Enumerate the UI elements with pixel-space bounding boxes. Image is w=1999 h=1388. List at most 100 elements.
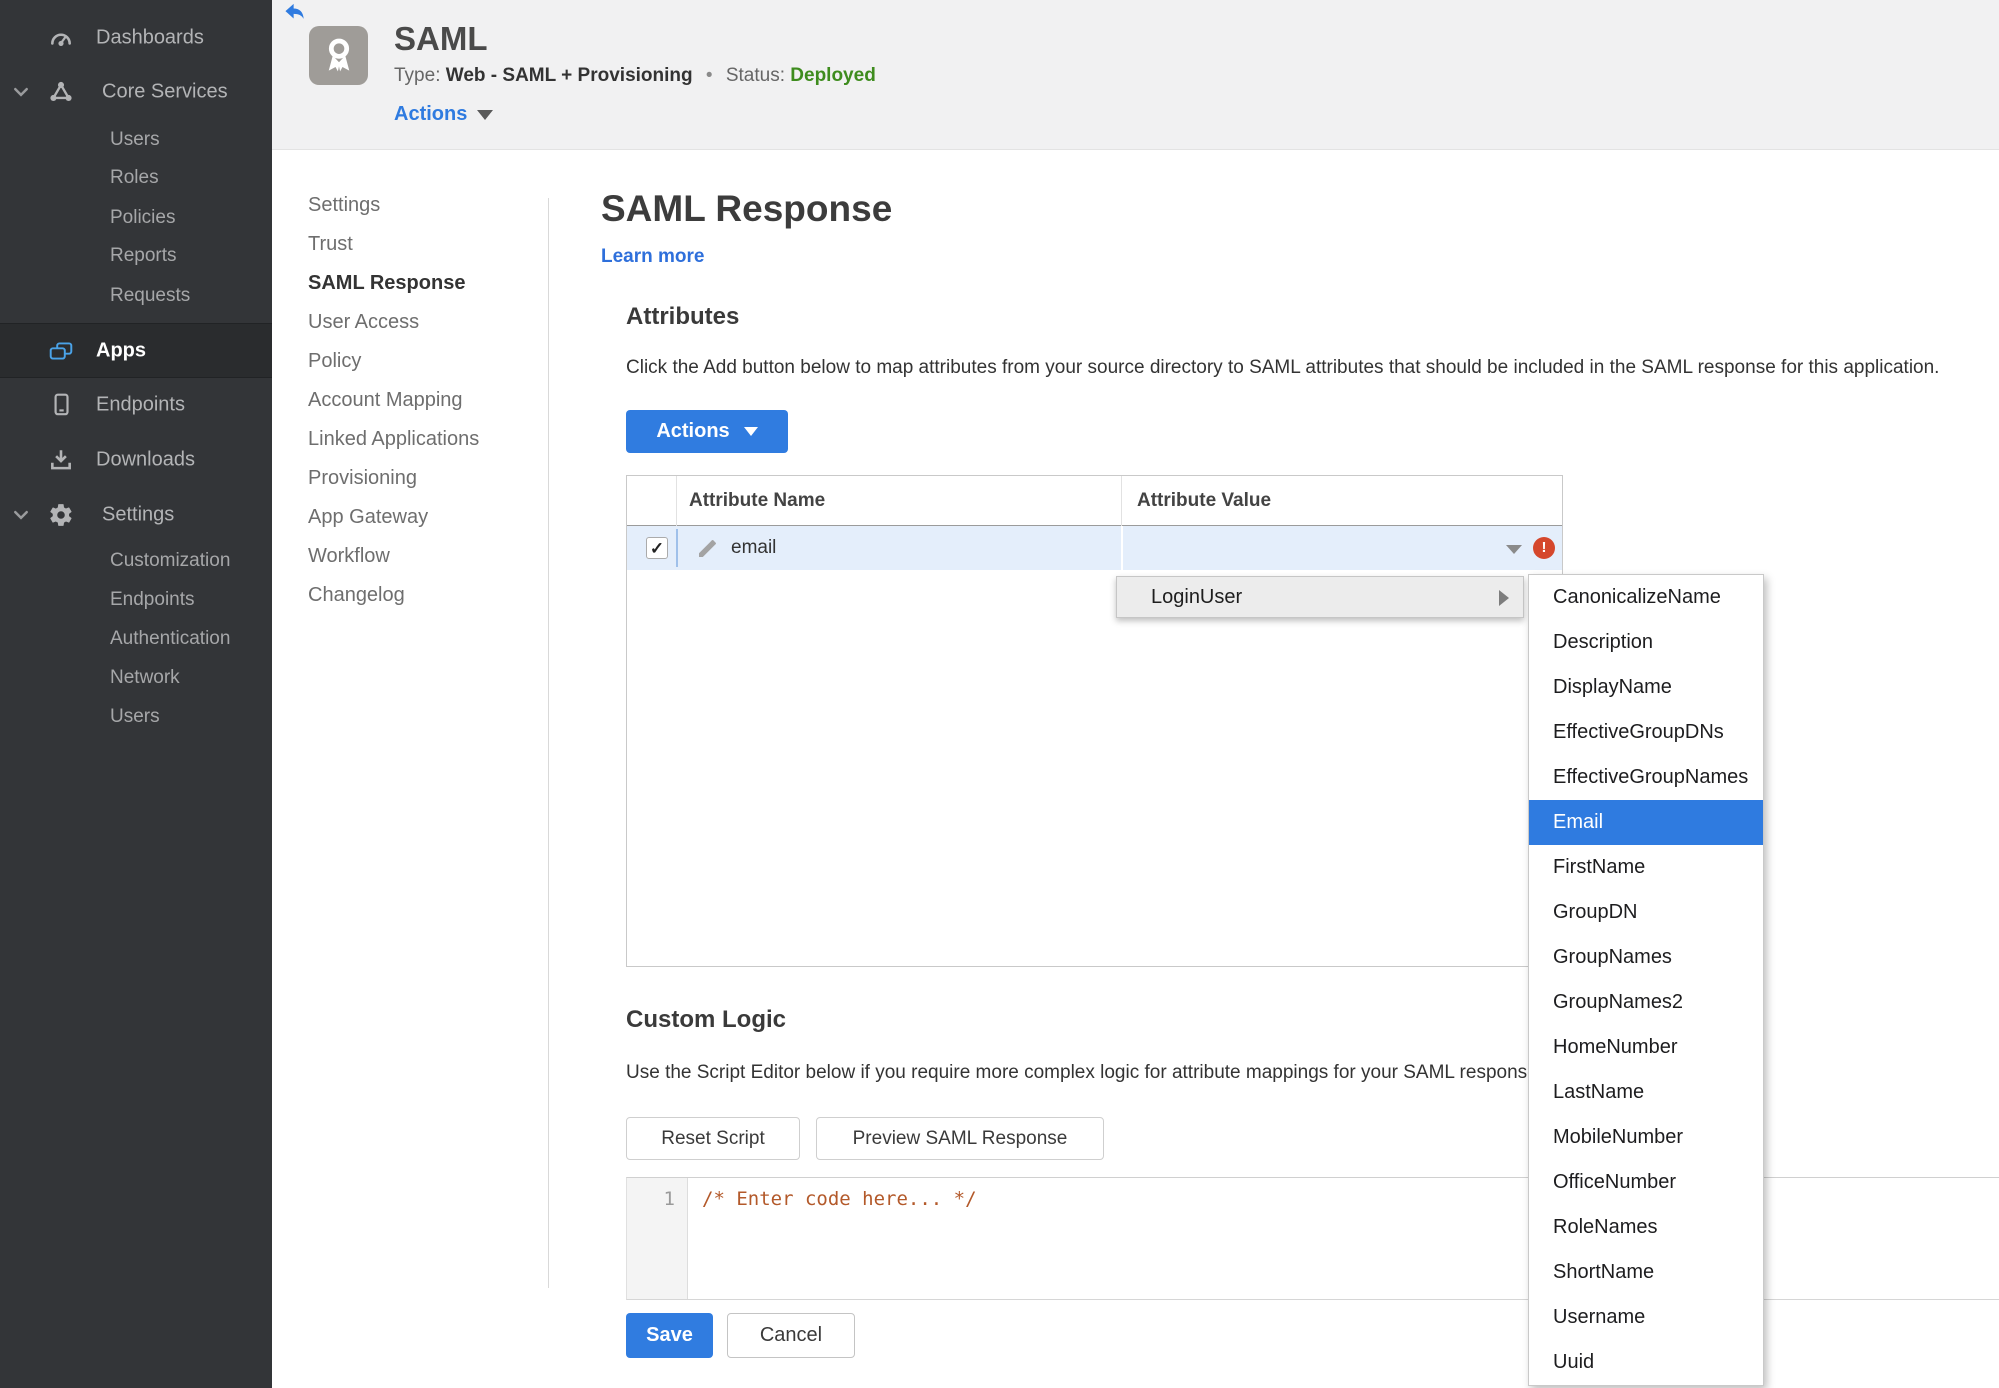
submenu-item-effectivegroupnames[interactable]: EffectiveGroupNames [1529,755,1763,800]
dropdown-item-loginuser[interactable]: LoginUser [1151,577,1242,617]
error-icon: ! [1533,537,1555,559]
sidebar-item-authentication[interactable]: Authentication [0,619,272,659]
sidebar-item-users[interactable]: Users [0,120,272,160]
cancel-button[interactable]: Cancel [727,1313,855,1358]
subnav-divider [548,198,549,1288]
submenu-item-shortname[interactable]: ShortName [1529,1250,1763,1295]
attributes-heading: Attributes [626,303,740,330]
submenu-item-uuid[interactable]: Uuid [1529,1340,1763,1385]
sidebar-item-customization[interactable]: Customization [0,541,272,581]
tab-provisioning[interactable]: Provisioning [308,459,538,498]
sidebar-item-reports[interactable]: Reports [0,236,272,276]
editor-gutter: 1 [627,1178,688,1299]
submenu-item-description[interactable]: Description [1529,620,1763,665]
status-badge: Deployed [790,65,876,86]
script-editor[interactable]: 1 /* Enter code here... */ [626,1177,1999,1300]
sidebar-item-label: Authentication [110,628,231,649]
apps-icon [48,338,74,364]
page-title: SAML Response [601,188,893,229]
submenu-item-firstname[interactable]: FirstName [1529,845,1763,890]
submenu-item-displayname[interactable]: DisplayName [1529,665,1763,710]
column-header-attribute-name: Attribute Name [689,490,826,511]
sidebar-item-core-services[interactable]: Core Services [0,72,272,112]
submenu-item-lastname[interactable]: LastName [1529,1070,1763,1115]
loginuser-submenu: CanonicalizeName Description DisplayName… [1528,574,1764,1386]
sidebar-item-label: Policies [110,207,176,228]
sidebar-item-label: Settings [102,503,175,526]
sidebar-item-label: Downloads [96,448,195,471]
meta-separator: • [705,65,713,86]
sidebar-item-downloads[interactable]: Downloads [0,440,272,480]
sidebar-item-apps[interactable]: Apps [0,323,272,378]
value-dropdown-caret-icon[interactable] [1506,545,1522,554]
preview-saml-response-button[interactable]: Preview SAML Response [816,1117,1104,1160]
sidebar-item-label: Reports [110,245,177,266]
tab-trust[interactable]: Trust [308,225,538,264]
app-root: Dashboards Core Services Users Roles Pol… [0,0,1999,1388]
submenu-item-username[interactable]: Username [1529,1295,1763,1340]
page-app-title: SAML [394,20,488,57]
column-header-attribute-value: Attribute Value [1137,490,1272,511]
submenu-item-email[interactable]: Email [1529,800,1763,845]
submenu-item-effectivegroupdns[interactable]: EffectiveGroupDNs [1529,710,1763,755]
app-config-subnav: Settings Trust SAML Response User Access… [308,186,538,615]
sidebar-item-endpoints-settings[interactable]: Endpoints [0,580,272,620]
type-label: Type: [394,65,441,86]
sidebar-item-endpoints[interactable]: Endpoints [0,385,272,425]
back-arrow-icon[interactable] [284,3,306,23]
tab-account-mapping[interactable]: Account Mapping [308,381,538,420]
tab-workflow[interactable]: Workflow [308,537,538,576]
sidebar-item-label: Dashboards [96,26,204,49]
custom-logic-description: Use the Script Editor below if you requi… [626,1062,1543,1083]
attribute-row-email[interactable]: ✓ email ! [627,526,1562,570]
sidebar-item-label: Apps [96,339,146,361]
sidebar-item-requests[interactable]: Requests [0,276,272,316]
sidebar-item-label: Endpoints [110,589,195,610]
submenu-item-officenumber[interactable]: OfficeNumber [1529,1160,1763,1205]
tab-saml-response[interactable]: SAML Response [308,264,538,303]
sidebar-item-roles[interactable]: Roles [0,158,272,198]
submenu-item-groupdn[interactable]: GroupDN [1529,890,1763,935]
sidebar-item-network[interactable]: Network [0,658,272,698]
tab-settings[interactable]: Settings [308,186,538,225]
cell-divider [1121,526,1123,570]
sidebar-item-label: Customization [110,550,231,571]
sidebar-item-label: Network [110,667,180,688]
chevron-down-icon[interactable] [13,84,29,100]
sidebar-item-users-settings[interactable]: Users [0,697,272,737]
sidebar-item-policies[interactable]: Policies [0,198,272,238]
chevron-down-icon [477,109,494,120]
submenu-item-groupnames[interactable]: GroupNames [1529,935,1763,980]
submenu-item-groupnames2[interactable]: GroupNames2 [1529,980,1763,1025]
attributes-table: Attribute Name Attribute Value ✓ email ! [626,475,1563,967]
save-button[interactable]: Save [626,1313,713,1358]
attributes-table-header: Attribute Name Attribute Value [627,476,1562,526]
submenu-item-mobilenumber[interactable]: MobileNumber [1529,1115,1763,1160]
edit-pencil-icon[interactable] [696,536,720,560]
sidebar-item-settings[interactable]: Settings [0,495,272,535]
submenu-arrow-icon [1499,590,1509,606]
sidebar-item-label: Core Services [102,80,228,103]
tab-changelog[interactable]: Changelog [308,576,538,615]
sidebar-item-dashboards[interactable]: Dashboards [0,18,272,58]
row-checkbox[interactable]: ✓ [646,537,668,559]
tab-user-access[interactable]: User Access [308,303,538,342]
sidebar-item-label: Requests [110,285,191,306]
submenu-item-rolenames[interactable]: RoleNames [1529,1205,1763,1250]
tab-linked-applications[interactable]: Linked Applications [308,420,538,459]
reset-script-button[interactable]: Reset Script [626,1117,800,1160]
attribute-value-dropdown[interactable]: LoginUser [1116,576,1524,618]
submenu-item-canonicalizename[interactable]: CanonicalizeName [1529,575,1763,620]
chevron-down-icon[interactable] [13,507,29,523]
sidebar: Dashboards Core Services Users Roles Pol… [0,0,272,1388]
tab-app-gateway[interactable]: App Gateway [308,498,538,537]
tab-policy[interactable]: Policy [308,342,538,381]
sidebar-item-label: Users [110,129,160,150]
header-actions-menu[interactable]: Actions [394,103,494,126]
submenu-item-homenumber[interactable]: HomeNumber [1529,1025,1763,1070]
learn-more-link[interactable]: Learn more [601,246,704,268]
editor-code-text[interactable]: /* Enter code here... */ [702,1188,977,1210]
type-value: Web - SAML + Provisioning [445,65,693,86]
header-actions-label: Actions [394,103,468,125]
attributes-actions-button[interactable]: Actions [626,410,788,453]
